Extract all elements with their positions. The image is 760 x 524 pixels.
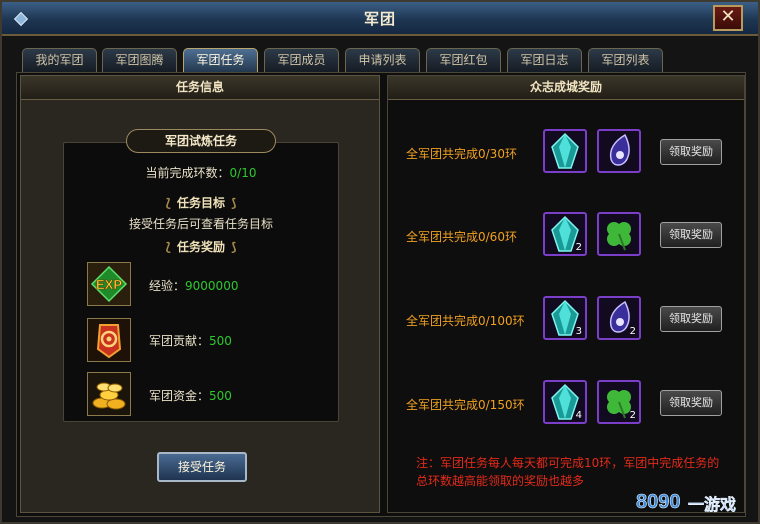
crystal-icon[interactable]: 3 — [543, 296, 587, 340]
goal-title: 任务目标 — [176, 196, 225, 210]
tier-label: 全军团共完成0/30环 — [406, 147, 517, 161]
accept-task-button[interactable]: 接受任务 — [157, 452, 247, 482]
gold-coins-icon[interactable] — [87, 372, 131, 416]
crystal-icon[interactable] — [543, 129, 587, 173]
goal-text: 接受任务后可查看任务目标 — [128, 217, 273, 231]
clover-icon[interactable] — [597, 212, 641, 256]
close-button[interactable]: ✕ — [713, 5, 743, 31]
reward-title: 任务奖励 — [176, 240, 225, 254]
goal-section-title: ⟅ 任务目标 ⟆ — [21, 194, 381, 211]
tab-legion-tasks[interactable]: 军团任务 — [183, 48, 258, 72]
clover-icon[interactable]: 2 — [597, 380, 641, 424]
tier-label: 全军团共完成0/100环 — [406, 314, 525, 328]
item-count: 4 — [575, 410, 582, 421]
contribution-label: 军团贡献： — [149, 334, 210, 348]
tab-my-legion[interactable]: 我的军团 — [22, 48, 97, 72]
claim-reward-button[interactable]: 领取奖励 — [660, 306, 722, 332]
svg-text:EXP: EXP — [96, 277, 122, 292]
item-count: 2 — [575, 242, 582, 253]
tab-red-packets[interactable]: 军团红包 — [426, 48, 501, 72]
tab-legion-log[interactable]: 军团日志 — [507, 48, 582, 72]
title-bar: 军团 ✕ — [2, 2, 758, 36]
tier-label: 全军团共完成0/150环 — [406, 398, 525, 412]
gold-reward: 军团资金：500 — [149, 387, 232, 404]
svg-text:8090: 8090 — [636, 491, 681, 513]
city-reward-panel: 众志成城奖励 全军团共完成0/30环 领取奖励 全军团共完成0/60环 2 领取… — [387, 75, 745, 513]
gold-value: 500 — [209, 389, 232, 403]
tier-label: 全军团共完成0/60环 — [406, 230, 517, 244]
contribution-icon[interactable] — [87, 318, 131, 362]
close-icon: ✕ — [720, 6, 736, 27]
purple-gem-icon[interactable]: 2 — [597, 296, 641, 340]
tab-applications[interactable]: 申请列表 — [345, 48, 420, 72]
flourish-left-icon: ⟅ — [165, 240, 171, 254]
gold-label: 军团资金： — [149, 389, 210, 403]
flourish-right-icon: ⟆ — [231, 240, 237, 254]
exp-icon[interactable]: EXP — [87, 262, 131, 306]
exp-value: 9000000 — [185, 279, 239, 293]
exp-label: 经验： — [149, 279, 186, 293]
progress-value: 0/10 — [229, 166, 257, 180]
progress-label: 当前完成环数： — [145, 166, 230, 180]
task-info-panel: 任务信息 军团试炼任务 当前完成环数：0/10 ⟅ 任务目标 ⟆ 接受任务后可查看任… — [20, 75, 380, 513]
city-reward-header: 众志成城奖励 — [388, 76, 744, 100]
flourish-left-icon: ⟅ — [165, 196, 171, 210]
legion-window: 军团 ✕ 我的军团 军团图腾 军团任务 军团成员 申请列表 军团红包 军团日志 … — [0, 0, 760, 524]
claim-reward-button[interactable]: 领取奖励 — [660, 390, 722, 416]
claim-reward-button[interactable]: 领取奖励 — [660, 139, 722, 165]
purple-gem-icon[interactable] — [597, 129, 641, 173]
tab-legion-members[interactable]: 军团成员 — [264, 48, 339, 72]
item-count: 2 — [629, 326, 636, 337]
tab-legion-totem[interactable]: 军团图腾 — [102, 48, 177, 72]
contribution-value: 500 — [209, 334, 232, 348]
svg-text:一游戏: 一游戏 — [688, 495, 736, 514]
crystal-icon[interactable]: 2 — [543, 212, 587, 256]
task-info-header: 任务信息 — [21, 76, 379, 100]
progress-line: 当前完成环数：0/10 — [21, 164, 381, 181]
window-title: 军团 — [363, 10, 396, 28]
crystal-icon[interactable]: 4 — [543, 380, 587, 424]
tab-legion-list[interactable]: 军团列表 — [588, 48, 663, 72]
item-count: 2 — [629, 410, 636, 421]
reward-section-title: ⟅ 任务奖励 ⟆ — [21, 238, 381, 255]
item-count: 3 — [575, 326, 582, 337]
trial-task-title: 军团试炼任务 — [126, 129, 276, 153]
exp-reward: 经验：9000000 — [149, 277, 238, 294]
site-watermark-logo: 8090 一游戏 — [632, 482, 752, 522]
claim-reward-button[interactable]: 领取奖励 — [660, 222, 722, 248]
contribution-reward: 军团贡献：500 — [149, 332, 232, 349]
flourish-right-icon: ⟆ — [231, 196, 237, 210]
